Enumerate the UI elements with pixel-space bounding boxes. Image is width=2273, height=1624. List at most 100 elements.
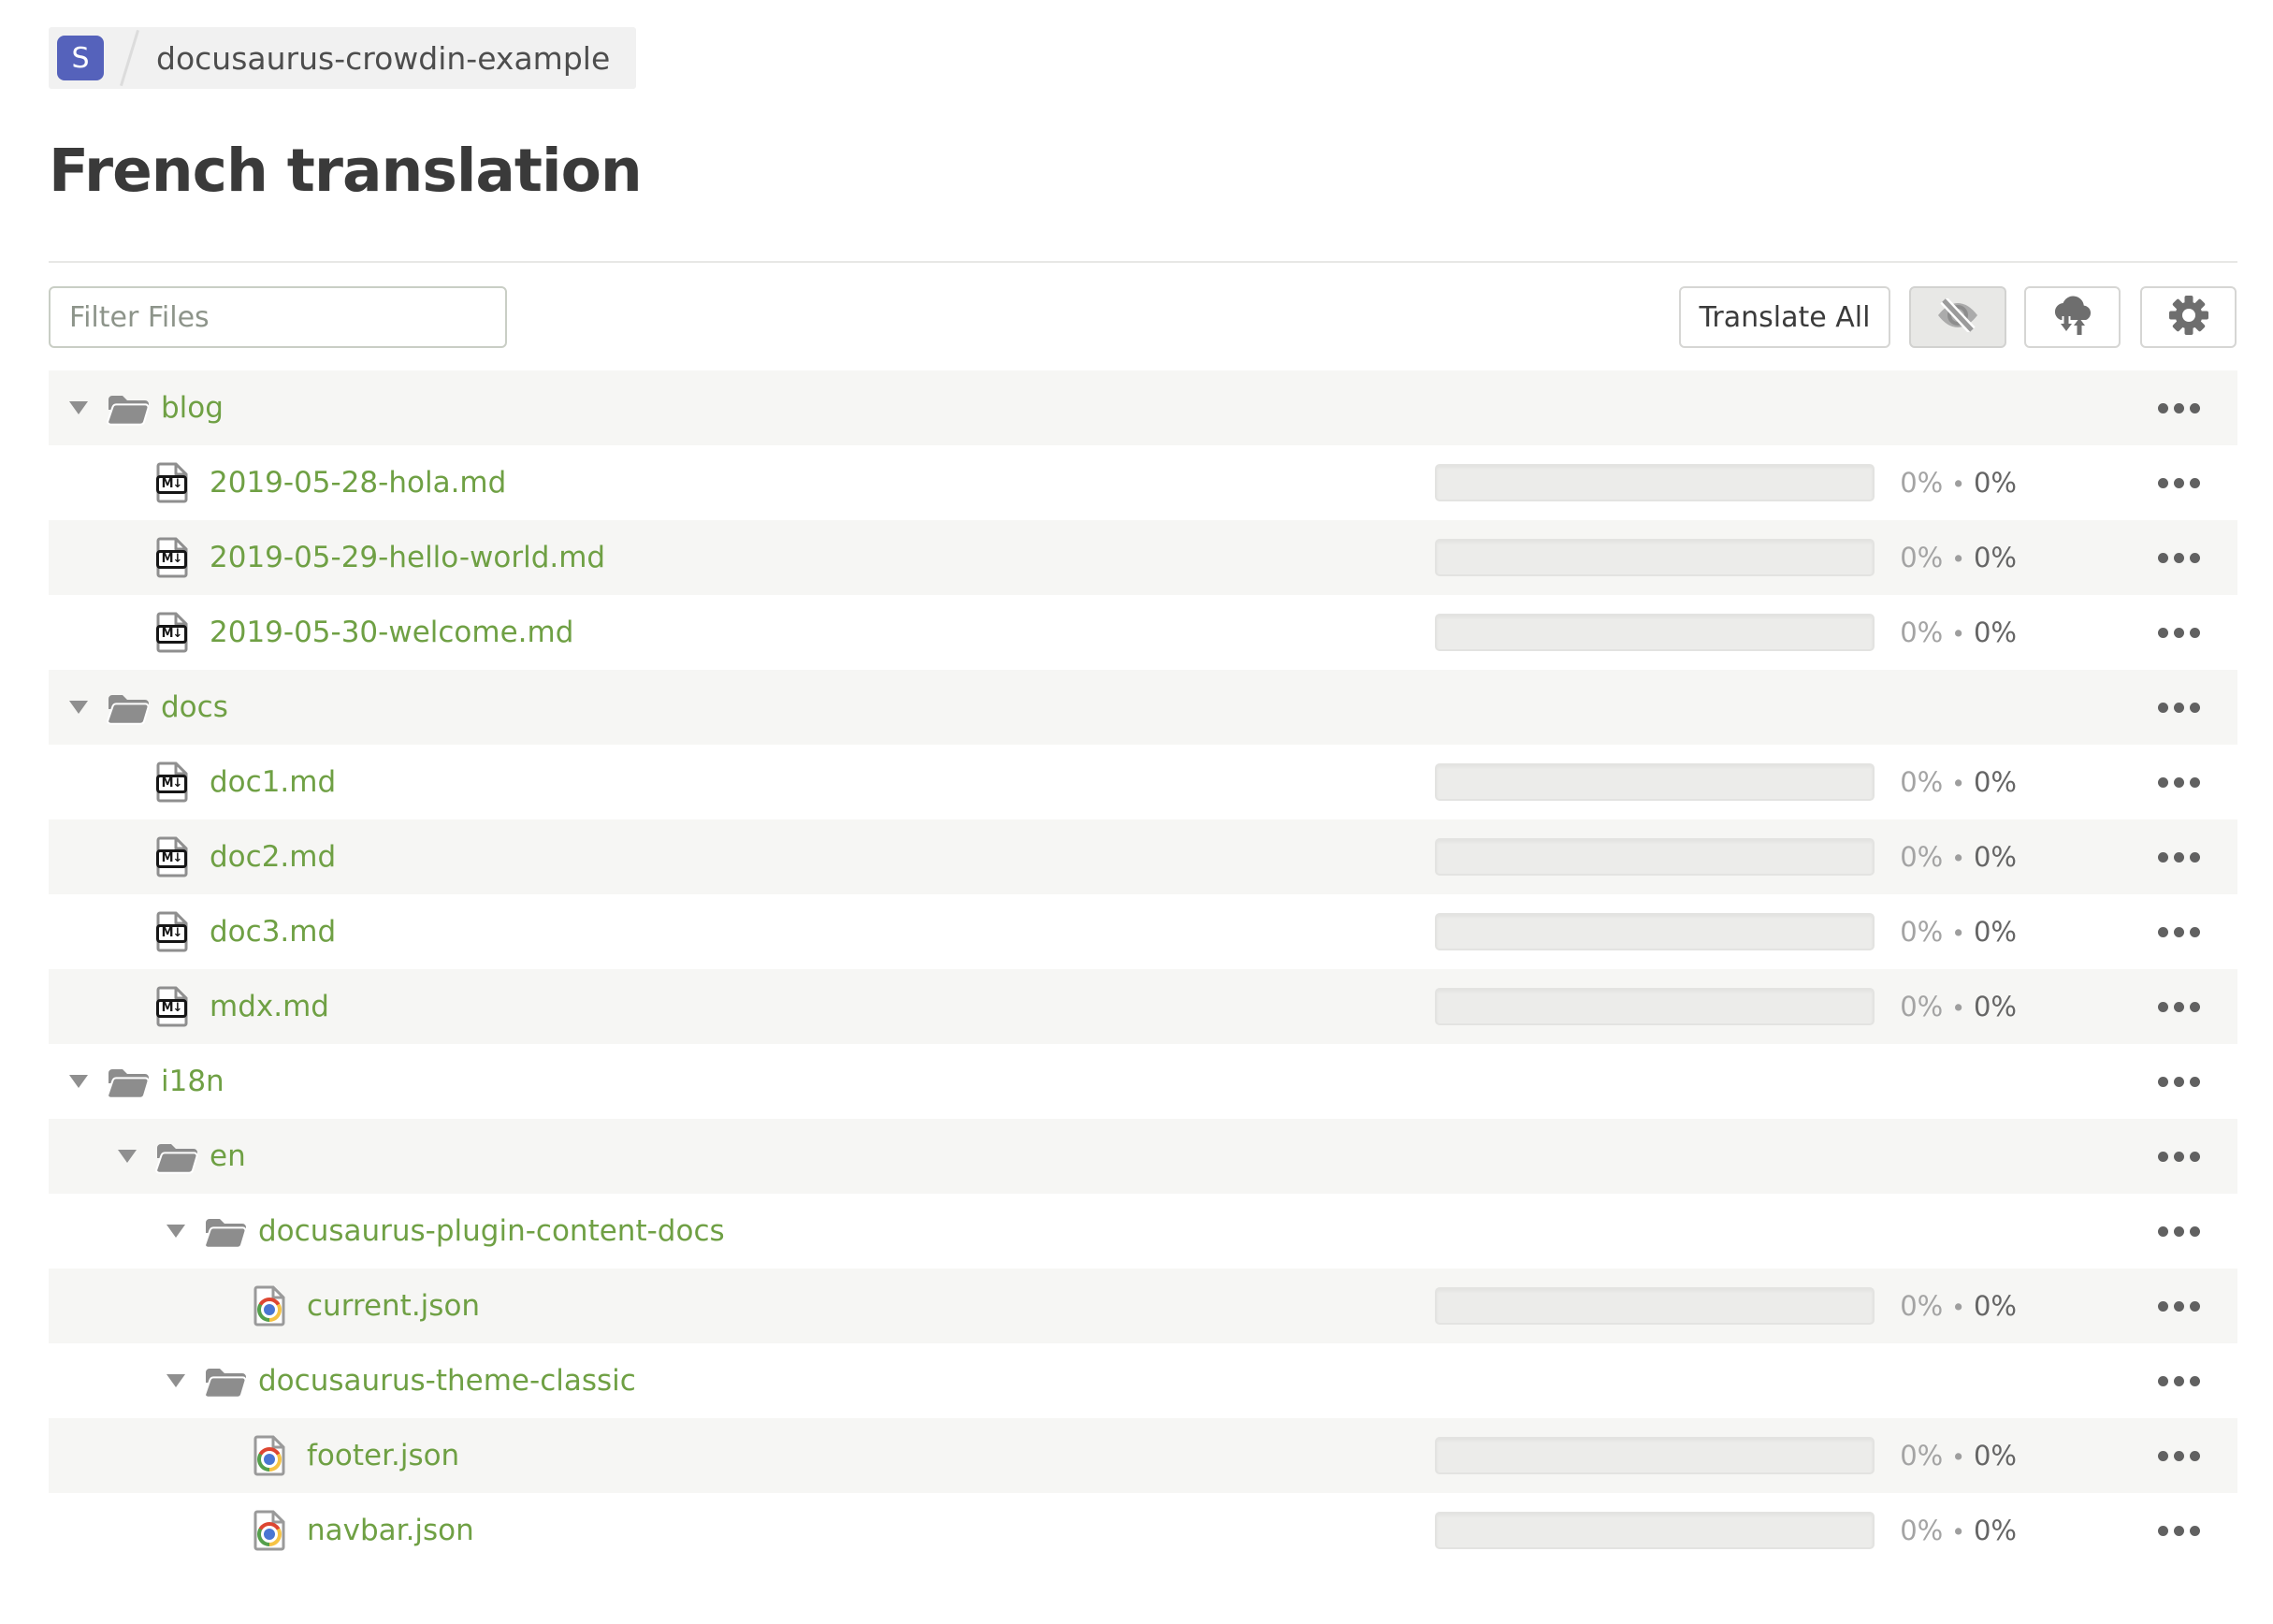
row-menu-button[interactable] [2158, 553, 2200, 563]
row-menu-button[interactable] [2158, 1451, 2200, 1461]
caret-down-icon[interactable] [69, 701, 88, 714]
approved-percent: 0% [1973, 616, 2017, 648]
markdown-file-icon: M↓ [155, 835, 189, 878]
tree-item-label[interactable]: i18n [161, 1044, 224, 1119]
tree-item-label[interactable]: current.json [307, 1269, 480, 1343]
progress-bar [1435, 614, 1875, 651]
tree-row: M↓ 2019-05-28-hola.md 0% • 0% [49, 445, 2237, 520]
settings-button[interactable] [2140, 286, 2237, 348]
tree-item-label[interactable]: docusaurus-plugin-content-docs [258, 1194, 725, 1269]
tree-item-label[interactable]: 2019-05-30-welcome.md [210, 595, 573, 670]
progress-bar [1435, 913, 1875, 950]
tree-item-label[interactable]: blog [161, 370, 224, 445]
translated-percent: 0% [1900, 841, 1944, 873]
json-file-icon [253, 1509, 286, 1552]
tree-row: M↓ docusaurus-plugin-content-docs [49, 1194, 2237, 1269]
row-menu-button[interactable] [2158, 1526, 2200, 1536]
caret-down-icon[interactable] [69, 401, 88, 414]
markdown-logo: M↓ [156, 775, 187, 793]
percent-separator: • [1951, 1294, 1965, 1321]
row-menu-button[interactable] [2158, 703, 2200, 713]
tree-row: M↓ i18n [49, 1044, 2237, 1119]
project-logo-badge[interactable]: S [57, 36, 104, 80]
breadcrumb-project-name[interactable]: docusaurus-crowdin-example [156, 40, 610, 77]
progress-percentages: 0% • 0% [1900, 969, 2017, 1046]
tree-item-label[interactable]: doc1.md [210, 745, 336, 819]
markdown-file-icon: M↓ [155, 536, 189, 579]
markdown-logo: M↓ [156, 550, 187, 569]
caret-down-icon[interactable] [166, 1374, 185, 1387]
tree-item-label[interactable]: footer.json [307, 1418, 459, 1493]
row-menu-button[interactable] [2158, 777, 2200, 788]
row-menu-button[interactable] [2158, 927, 2200, 937]
tree-item-label[interactable]: 2019-05-28-hola.md [210, 445, 506, 520]
progress-bar [1435, 1287, 1875, 1325]
tree-row: M↓ footer.json 0%•0% [49, 1418, 2237, 1493]
json-file-icon [253, 1434, 286, 1477]
row-menu-button[interactable] [2158, 1301, 2200, 1312]
tree-item-label[interactable]: mdx.md [210, 969, 329, 1044]
progress-percentages: 0% • 0% [1900, 445, 2017, 522]
percent-separator: • [1951, 920, 1965, 947]
progress-bar [1435, 763, 1875, 801]
caret-down-icon[interactable] [166, 1225, 185, 1238]
translated-percent: 0% [1900, 542, 1944, 573]
approved-percent: 0% [1973, 1515, 2017, 1546]
tree-row: M↓ doc3.md 0% • 0% [49, 894, 2237, 969]
percent-separator: • [1951, 994, 1965, 1022]
percent-separator: • [1951, 1518, 1965, 1545]
tree-item-label[interactable]: 2019-05-29-hello-world.md [210, 520, 605, 595]
file-tree: M↓ blog M↓ [49, 370, 2237, 1568]
approved-percent: 0% [1973, 991, 2017, 1022]
row-menu-button[interactable] [2158, 1002, 2200, 1012]
row-menu-button[interactable] [2158, 1226, 2200, 1237]
percent-separator: • [1951, 620, 1965, 647]
percent-separator: • [1951, 1443, 1965, 1471]
row-menu-button[interactable] [2158, 1152, 2200, 1162]
sync-files-button[interactable] [2024, 286, 2121, 348]
breadcrumb-separator [120, 29, 139, 87]
row-menu-button[interactable] [2158, 403, 2200, 413]
tree-item-label[interactable]: doc3.md [210, 894, 336, 969]
row-menu-button[interactable] [2158, 1077, 2200, 1087]
tree-item-label[interactable]: docs [161, 670, 228, 745]
tree-item-label[interactable]: en [210, 1119, 246, 1194]
tree-item-label[interactable]: docusaurus-theme-classic [258, 1343, 636, 1418]
approved-percent: 0% [1973, 1440, 2017, 1472]
translate-all-button[interactable]: Translate All [1679, 286, 1890, 348]
approved-percent: 0% [1973, 841, 2017, 873]
progress-bar [1435, 838, 1875, 876]
project-files-page: S docusaurus-crowdin-example French tran… [0, 0, 2273, 1624]
hidden-files-toggle-button[interactable] [1909, 286, 2006, 348]
row-menu-button[interactable] [2158, 478, 2200, 488]
toolbar: Translate All [0, 286, 2273, 348]
tree-item-label[interactable]: navbar.json [307, 1493, 474, 1568]
percent-separator: • [1951, 471, 1965, 498]
progress-bar [1435, 1437, 1875, 1474]
tree-item-label[interactable]: doc2.md [210, 819, 336, 894]
translated-percent: 0% [1900, 1515, 1944, 1546]
filter-files-input[interactable] [49, 286, 507, 348]
translated-percent: 0% [1900, 766, 1944, 798]
markdown-file-icon: M↓ [155, 461, 189, 504]
tree-row: M↓ mdx.md 0% • 0% [49, 969, 2237, 1044]
progress-percentages: 0% • 0% [1900, 894, 2017, 971]
markdown-logo: M↓ [156, 625, 187, 644]
caret-down-icon[interactable] [69, 1075, 88, 1088]
folder-icon [203, 1215, 247, 1249]
caret-down-icon[interactable] [118, 1150, 137, 1163]
tree-row: M↓ blog [49, 370, 2237, 445]
markdown-file-icon: M↓ [155, 611, 189, 654]
tree-row: M↓ doc1.md 0% • 0% [49, 745, 2237, 819]
approved-percent: 0% [1973, 916, 2017, 948]
translated-percent: 0% [1900, 1290, 1944, 1322]
tree-row: M↓ docs [49, 670, 2237, 745]
row-menu-button[interactable] [2158, 628, 2200, 638]
row-menu-button[interactable] [2158, 1376, 2200, 1386]
folder-icon [106, 691, 150, 725]
progress-percentages: 0% • 0% [1900, 819, 2017, 896]
tree-row: M↓ doc2.md 0% • 0% [49, 819, 2237, 894]
row-menu-button[interactable] [2158, 852, 2200, 863]
progress-percentages: 0% • 0% [1900, 1493, 2017, 1570]
approved-percent: 0% [1973, 542, 2017, 573]
